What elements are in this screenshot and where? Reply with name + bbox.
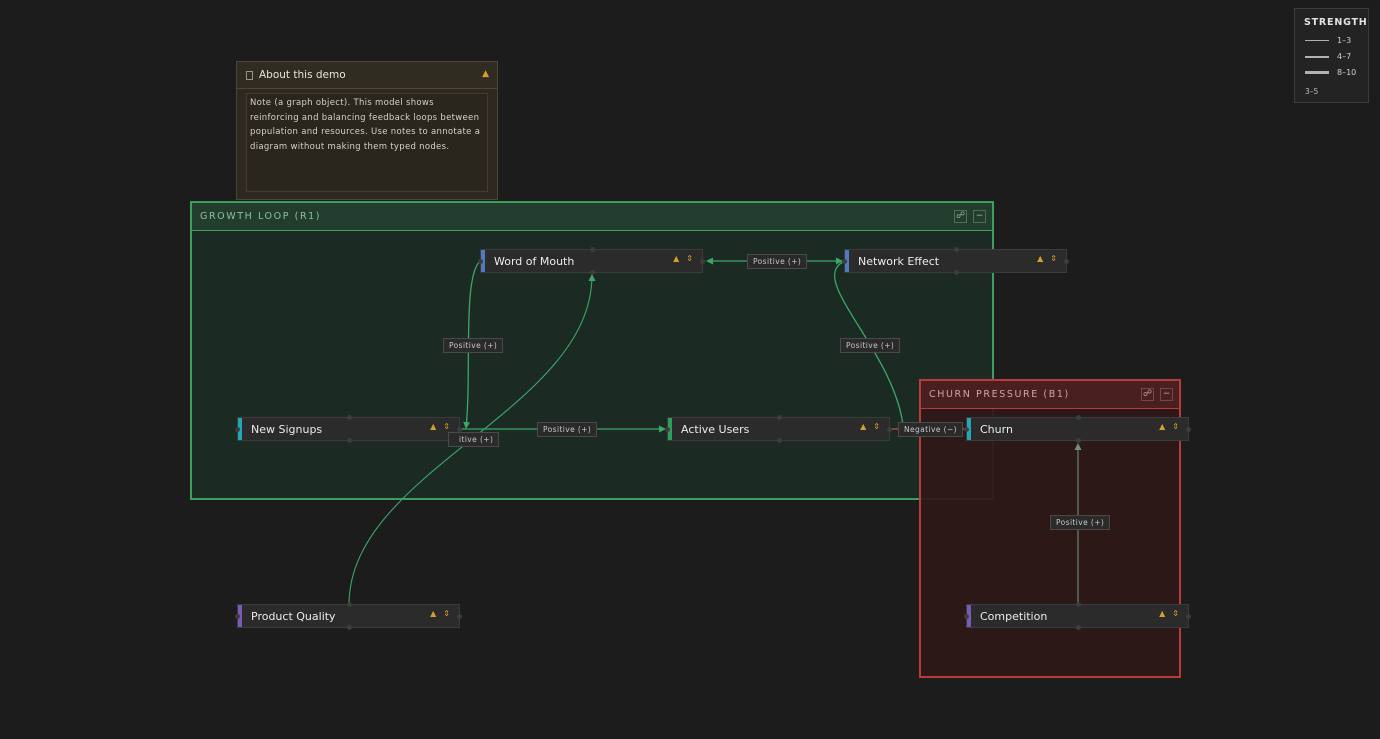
node-label: Churn bbox=[980, 422, 1013, 436]
legend-line-thick bbox=[1305, 71, 1329, 74]
collapse-icon[interactable]: − bbox=[973, 210, 986, 223]
note-body: Note (a graph object). This model shows … bbox=[246, 93, 488, 192]
document-icon bbox=[246, 70, 253, 80]
group-churn-header[interactable]: CHURN PRESSURE (B1) ☍ − bbox=[921, 381, 1179, 409]
node-new-signups[interactable]: New Signups ▲ ⇕ bbox=[235, 415, 462, 443]
port-left[interactable] bbox=[235, 427, 240, 432]
edge-label-active-churn[interactable]: Negative (−) bbox=[898, 422, 963, 437]
expand-icon[interactable]: ⇕ bbox=[443, 422, 450, 431]
pin-icon[interactable]: ▲ bbox=[1159, 609, 1165, 618]
node-competition[interactable]: Competition ▲ ⇕ bbox=[964, 602, 1191, 630]
note-header[interactable]: About this demo bbox=[237, 62, 497, 89]
port-top[interactable] bbox=[347, 415, 352, 420]
port-bottom[interactable] bbox=[777, 438, 782, 443]
expand-icon[interactable]: ⇕ bbox=[1172, 609, 1179, 618]
node-product-quality[interactable]: Product Quality ▲ ⇕ bbox=[235, 602, 462, 630]
port-left[interactable] bbox=[964, 427, 969, 432]
port-top[interactable] bbox=[1076, 602, 1081, 607]
port-right[interactable] bbox=[1064, 259, 1069, 264]
pin-icon[interactable]: ▲ bbox=[430, 422, 436, 431]
port-left[interactable] bbox=[235, 614, 240, 619]
edge-label-wom-network[interactable]: Positive (+) bbox=[747, 254, 808, 269]
expand-icon[interactable]: ⇕ bbox=[1172, 422, 1179, 431]
expand-icon[interactable]: ⇕ bbox=[1050, 254, 1057, 263]
node-label: New Signups bbox=[251, 422, 323, 436]
note-title: About this demo bbox=[259, 69, 346, 81]
port-top[interactable] bbox=[954, 247, 959, 252]
node-word-of-mouth[interactable]: Word of Mouth ▲ ⇕ bbox=[478, 247, 705, 275]
port-bottom[interactable] bbox=[1076, 438, 1081, 443]
edge-label-signups-active[interactable]: Positive (+) bbox=[537, 422, 598, 437]
legend-item: 1–3 bbox=[1305, 36, 1351, 45]
collapse-icon[interactable]: − bbox=[1160, 388, 1173, 401]
strength-legend: STRENGTH 1–3 4–7 8–10 3–5 bbox=[1294, 8, 1369, 103]
pin-icon[interactable]: ▲ bbox=[1159, 422, 1165, 431]
port-top[interactable] bbox=[590, 247, 595, 252]
port-left[interactable] bbox=[842, 259, 847, 264]
node-label: Product Quality bbox=[251, 609, 336, 623]
group-churn-title: CHURN PRESSURE (B1) bbox=[929, 389, 1070, 400]
port-bottom[interactable] bbox=[954, 270, 959, 275]
legend-item: 8–10 bbox=[1305, 68, 1356, 77]
legend-label: 4–7 bbox=[1337, 52, 1352, 61]
port-bottom[interactable] bbox=[590, 270, 595, 275]
port-right[interactable] bbox=[887, 427, 892, 432]
expand-icon[interactable]: ⇕ bbox=[443, 609, 450, 618]
node-label: Competition bbox=[980, 609, 1048, 623]
legend-label: 1–3 bbox=[1337, 36, 1352, 45]
port-top[interactable] bbox=[347, 602, 352, 607]
group-growth-header[interactable]: GROWTH LOOP (R1) ☍ − bbox=[192, 203, 992, 231]
pin-icon[interactable]: ▲ bbox=[430, 609, 436, 618]
port-right[interactable] bbox=[1186, 614, 1191, 619]
port-left[interactable] bbox=[478, 259, 483, 264]
pin-icon[interactable]: ▲ bbox=[860, 422, 866, 431]
legend-label: 8–10 bbox=[1337, 68, 1357, 77]
node-churn[interactable]: Churn ▲ ⇕ bbox=[964, 415, 1191, 443]
expand-icon[interactable]: ⇕ bbox=[873, 422, 880, 431]
legend-extra-label: 3–5 bbox=[1305, 87, 1319, 96]
lock-icon[interactable]: ☍ bbox=[1141, 388, 1154, 401]
node-label: Word of Mouth bbox=[494, 254, 575, 268]
port-right[interactable] bbox=[1186, 427, 1191, 432]
port-right[interactable] bbox=[700, 259, 705, 264]
node-active-users[interactable]: Active Users ▲ ⇕ bbox=[665, 415, 892, 443]
node-label: Active Users bbox=[681, 422, 750, 436]
lock-icon[interactable]: ☍ bbox=[954, 210, 967, 223]
port-bottom[interactable] bbox=[347, 438, 352, 443]
edge-label-wom-signups[interactable]: Positive (+) bbox=[443, 338, 504, 353]
group-growth-title: GROWTH LOOP (R1) bbox=[200, 211, 322, 222]
port-top[interactable] bbox=[777, 415, 782, 420]
legend-title: STRENGTH bbox=[1304, 17, 1368, 28]
node-label: Network Effect bbox=[858, 254, 940, 268]
node-network-effect[interactable]: Network Effect ▲ ⇕ bbox=[842, 247, 1069, 275]
legend-line-thin bbox=[1305, 40, 1329, 41]
pin-icon[interactable]: ▲ bbox=[673, 254, 679, 263]
port-bottom[interactable] bbox=[1076, 625, 1081, 630]
about-note[interactable]: About this demo ▲ Note (a graph object).… bbox=[236, 61, 498, 200]
pin-icon[interactable]: ▲ bbox=[482, 69, 489, 79]
port-bottom[interactable] bbox=[347, 625, 352, 630]
legend-item: 4–7 bbox=[1305, 52, 1351, 61]
edge-label-competition-churn[interactable]: Positive (+) bbox=[1050, 515, 1111, 530]
edge-label-quality-wom[interactable]: itive (+) bbox=[448, 432, 500, 447]
legend-line-medium bbox=[1305, 55, 1329, 58]
port-top[interactable] bbox=[1076, 415, 1081, 420]
edge-label-network-active[interactable]: Positive (+) bbox=[840, 338, 901, 353]
expand-icon[interactable]: ⇕ bbox=[686, 254, 693, 263]
port-left[interactable] bbox=[665, 427, 670, 432]
port-left[interactable] bbox=[964, 614, 969, 619]
port-right[interactable] bbox=[457, 614, 462, 619]
pin-icon[interactable]: ▲ bbox=[1037, 254, 1043, 263]
